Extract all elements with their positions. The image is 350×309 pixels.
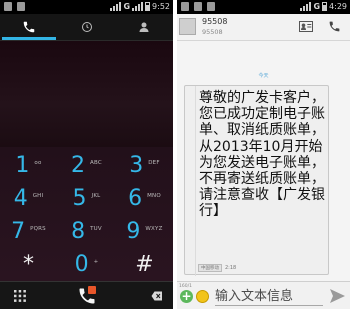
- dial-key-letters: MNO: [147, 192, 161, 199]
- status-bar: G 4:29: [177, 0, 350, 14]
- status-time: 9:52: [152, 2, 170, 11]
- received-message[interactable]: 尊敬的广发卡客户，您已成功定制电子账单、取消纸质账单，从2013年10月开始为您…: [184, 85, 329, 276]
- status-bar: G 9:52: [0, 0, 173, 14]
- conversation-header: 95508 95508: [177, 14, 350, 41]
- notification-icon: [4, 2, 12, 11]
- message-time: 2:18: [225, 265, 237, 271]
- contact-icon: [139, 22, 149, 32]
- dial-key-5[interactable]: 6 MNO: [116, 182, 173, 215]
- dial-key-11[interactable]: #: [116, 248, 173, 281]
- tab-contacts[interactable]: [115, 14, 173, 40]
- notification-icons: [4, 2, 25, 11]
- dial-key-digit: *: [23, 251, 34, 277]
- notification-icon: [207, 2, 215, 11]
- dialer-screen: G 9:52 1 oo 2 ABC 3 DEF 4 GHI 5 JKL 6 MNO 7 PQRS 8 TUV 9…: [0, 0, 173, 309]
- carrier-tag: 中国移动: [198, 264, 222, 272]
- emoji-icon[interactable]: [196, 290, 209, 303]
- message-input[interactable]: [215, 287, 323, 306]
- dial-key-1[interactable]: 2 ABC: [58, 149, 115, 182]
- call-button[interactable]: [66, 282, 108, 309]
- dial-key-digit: 1: [15, 152, 30, 178]
- dial-key-digit: 5: [72, 185, 87, 211]
- dial-key-digit: 8: [71, 218, 86, 244]
- sender-avatar: [185, 86, 196, 276]
- call-icon[interactable]: [328, 20, 341, 33]
- status-right: G 9:52: [110, 2, 170, 11]
- dial-key-2[interactable]: 3 DEF: [116, 149, 173, 182]
- notification-icon: [194, 2, 202, 11]
- signal-icon-2: [132, 2, 144, 11]
- tab-phone[interactable]: [0, 14, 58, 40]
- network-type: G: [313, 2, 321, 11]
- dialer-action-bar: [0, 281, 173, 309]
- dial-key-digit: 3: [129, 152, 144, 178]
- dial-key-7[interactable]: 8 TUV: [58, 215, 115, 248]
- backspace-icon: [151, 291, 162, 301]
- dial-key-10[interactable]: 0 +: [58, 248, 115, 281]
- sender-name: 95508: [202, 17, 228, 26]
- dialer-tabs: [0, 14, 173, 41]
- dial-key-letters: ABC: [90, 159, 102, 166]
- notification-icons: [181, 2, 215, 11]
- dial-key-letters: PQRS: [30, 225, 46, 232]
- dial-key-4[interactable]: 5 JKL: [58, 182, 115, 215]
- sms-screen: G 4:29 95508 95508 今天 尊敬的广发卡客户，您已成功定制电子账…: [177, 0, 350, 309]
- message-thread: 今天 尊敬的广发卡客户，您已成功定制电子账单、取消纸质账单，从2013年10月开…: [177, 41, 350, 281]
- dial-key-3[interactable]: 4 GHI: [0, 182, 57, 215]
- dial-key-6[interactable]: 7 PQRS: [0, 215, 57, 248]
- dial-key-digit: 2: [71, 152, 86, 178]
- send-icon[interactable]: [330, 289, 345, 303]
- network-type: G: [123, 2, 131, 11]
- dial-key-digit: 7: [11, 218, 26, 244]
- notification-icon: [17, 2, 25, 11]
- notification-icon: [181, 2, 189, 11]
- dialed-digits-area[interactable]: [0, 41, 173, 147]
- dialpad-toggle-button[interactable]: [0, 282, 40, 309]
- dial-key-digit: 0: [74, 251, 89, 277]
- dial-key-0[interactable]: 1 oo: [0, 149, 57, 182]
- dial-key-digit: #: [135, 251, 154, 277]
- dial-key-letters: GHI: [32, 192, 44, 199]
- delete-button[interactable]: [140, 282, 173, 309]
- compose-bar: 160/1 +: [177, 281, 350, 309]
- dial-key-8[interactable]: 9 WXYZ: [116, 215, 173, 248]
- dialpad-icon: [14, 290, 26, 302]
- dial-key-letters: TUV: [90, 225, 102, 232]
- message-meta: 中国移动 2:18: [198, 264, 236, 272]
- dial-keypad: 1 oo 2 ABC 3 DEF 4 GHI 5 JKL 6 MNO 7 PQRS 8 TUV 9 WXYZ * 0 +…: [0, 147, 173, 281]
- signal-icon: [300, 2, 312, 11]
- dial-key-digit: 4: [13, 185, 28, 211]
- status-time: 4:29: [329, 2, 347, 11]
- dial-key-letters: DEF: [148, 159, 160, 166]
- dial-key-digit: 6: [128, 185, 143, 211]
- add-attachment-icon[interactable]: +: [180, 290, 193, 303]
- contact-card-icon[interactable]: [299, 21, 313, 32]
- back-icon[interactable]: [179, 18, 196, 35]
- signal-icon: [110, 2, 122, 11]
- status-right: G 4:29: [300, 2, 347, 11]
- battery-icon: [145, 2, 151, 11]
- message-text: 尊敬的广发卡客户，您已成功定制电子账单、取消纸质账单，从2013年10月开始为您…: [199, 90, 325, 220]
- date-separator: 今天: [258, 73, 269, 79]
- sim-badge-icon: [88, 286, 96, 294]
- dial-key-letters: WXYZ: [145, 225, 163, 232]
- phone-icon: [23, 21, 35, 33]
- tab-call-log[interactable]: [58, 14, 116, 40]
- clock-icon: [81, 22, 92, 32]
- dial-key-digit: 9: [126, 218, 141, 244]
- dial-key-letters: JKL: [91, 192, 101, 199]
- dial-key-letters: +: [93, 258, 99, 265]
- dial-key-9[interactable]: *: [0, 248, 57, 281]
- battery-icon: [322, 2, 328, 11]
- dial-key-letters: oo: [34, 159, 42, 166]
- sender-number: 95508: [202, 28, 223, 36]
